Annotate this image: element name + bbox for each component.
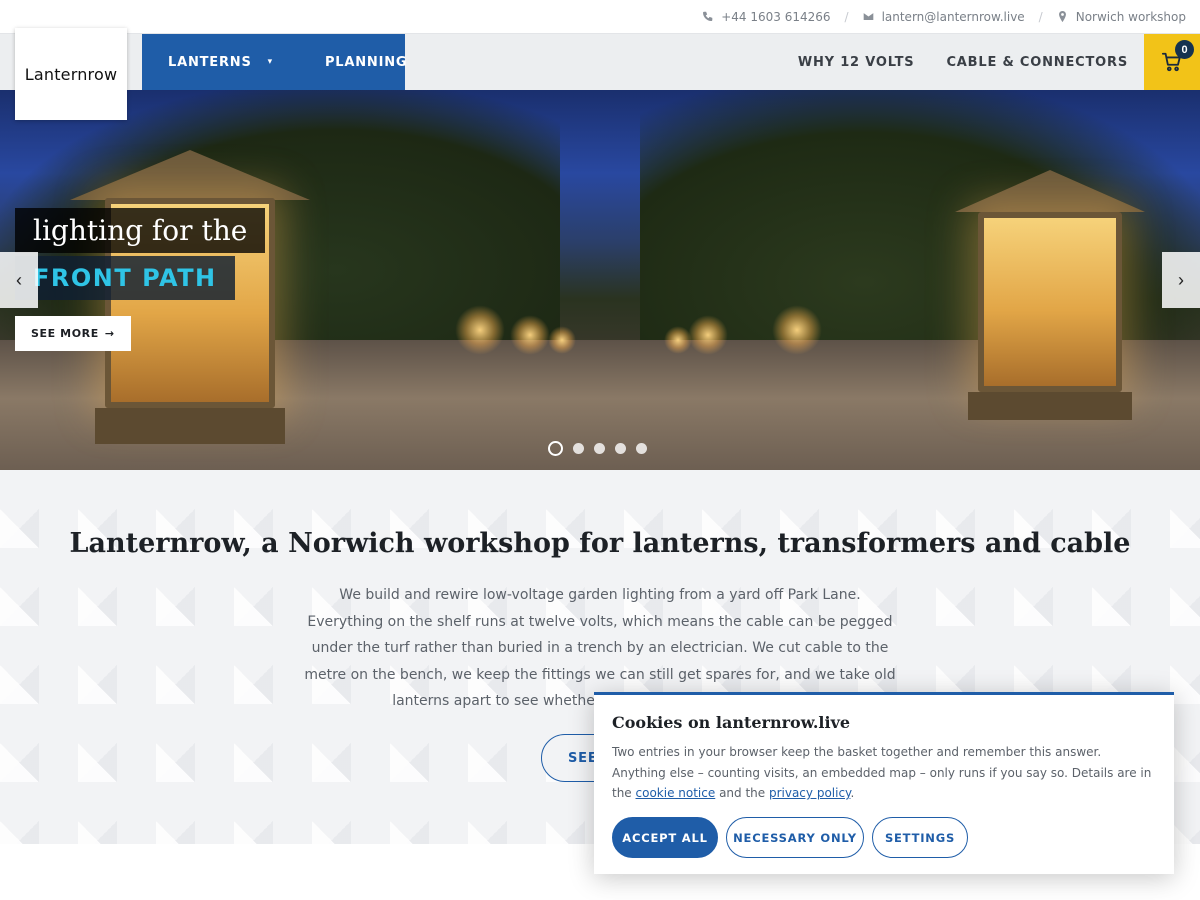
cart-count-badge: 0 [1175,40,1194,59]
logo-text: Lanternrow [24,64,118,84]
distant-lantern-glow [455,305,505,355]
location-link[interactable]: Norwich workshop [1057,10,1186,24]
main-navigation: LANTERNS ▾ PLANNING WHY 12 VOLTS CABLE &… [0,34,1200,90]
distant-lantern-glow [772,305,822,355]
slider-pagination [548,441,647,456]
cookie-text: Two entries in your browser keep the bas… [612,742,1156,804]
email-address: lantern@lanternrow.live [881,9,1025,24]
nav-item-why-12-volts[interactable]: WHY 12 VOLTS [782,55,931,70]
site-logo[interactable]: Lanternrow [15,28,127,120]
cookie-title: Cookies on lanternrow.live [612,713,851,732]
cookie-consent-dialog: Cookies on lanternrow.live Two entries i… [594,692,1174,874]
intro-heading: Lanternrow, a Norwich workshop for lante… [69,528,1131,559]
phone-link[interactable]: +44 1603 614266 [702,9,831,24]
cookie-text-part: . [850,786,855,800]
hero-headline-line1: lighting for the [15,208,266,253]
topbar-separator: / [1038,9,1043,24]
phone-number: +44 1603 614266 [721,9,831,24]
cookie-settings-button[interactable]: SETTINGS [872,817,968,858]
dropdown-caret-icon: ▾ [267,57,273,67]
nav-item-lanterns[interactable]: LANTERNS ▾ [142,55,299,70]
nav-item-planning[interactable]: PLANNING [299,55,433,70]
hero-slider: lighting for the FRONT PATH SEE MORE → ‹… [0,90,1200,470]
privacy-policy-link[interactable]: privacy policy [769,786,850,800]
cart-button[interactable]: 0 [1144,34,1200,90]
accept-all-button[interactable]: ACCEPT ALL [612,817,718,858]
location-text: Norwich workshop [1075,9,1186,24]
top-utility-bar: +44 1603 614266 / lantern@lanternrow.liv… [0,0,1200,34]
slider-dot[interactable] [615,443,626,454]
hero-see-more-button[interactable]: SEE MORE → [15,316,131,351]
nav-item-label: PLANNING [324,54,408,70]
slider-dot[interactable] [636,443,647,454]
chevron-right-icon: › [1178,269,1184,290]
cookie-notice-link[interactable]: cookie notice [636,786,716,800]
slider-next-button[interactable]: › [1162,252,1200,308]
envelope-icon [863,13,873,20]
hero-headline-line2: FRONT PATH [15,256,235,300]
nav-primary: LANTERNS ▾ PLANNING [142,34,407,90]
nav-item-cable-connectors[interactable]: CABLE & CONNECTORS [930,55,1144,70]
distant-lantern-glow [510,315,550,355]
nav-secondary: WHY 12 VOLTS CABLE & CONNECTORS [782,34,1144,90]
slider-dot[interactable] [548,441,563,456]
slider-dot[interactable] [594,443,605,454]
cookie-buttons: ACCEPT ALL NECESSARY ONLY SETTINGS [612,817,968,858]
map-pin-icon [1058,11,1066,22]
page: +44 1603 614266 / lantern@lanternrow.liv… [0,0,1200,900]
button-label: SEE MORE [31,327,99,340]
necessary-only-button[interactable]: NECESSARY ONLY [726,817,864,858]
chevron-left-icon: ‹ [16,269,22,290]
phone-icon [703,11,713,21]
slider-dot[interactable] [573,443,584,454]
topbar-separator: / [844,9,849,24]
hero-lantern-image [950,120,1150,440]
email-link[interactable]: lantern@lanternrow.live [863,10,1025,24]
cookie-text-part: and the [715,786,769,800]
slider-prev-button[interactable]: ‹ [0,252,38,308]
distant-lantern-glow [548,326,576,354]
nav-item-label: LANTERNS [168,54,252,70]
distant-lantern-glow [688,315,728,355]
arrow-right-icon: → [104,327,115,340]
